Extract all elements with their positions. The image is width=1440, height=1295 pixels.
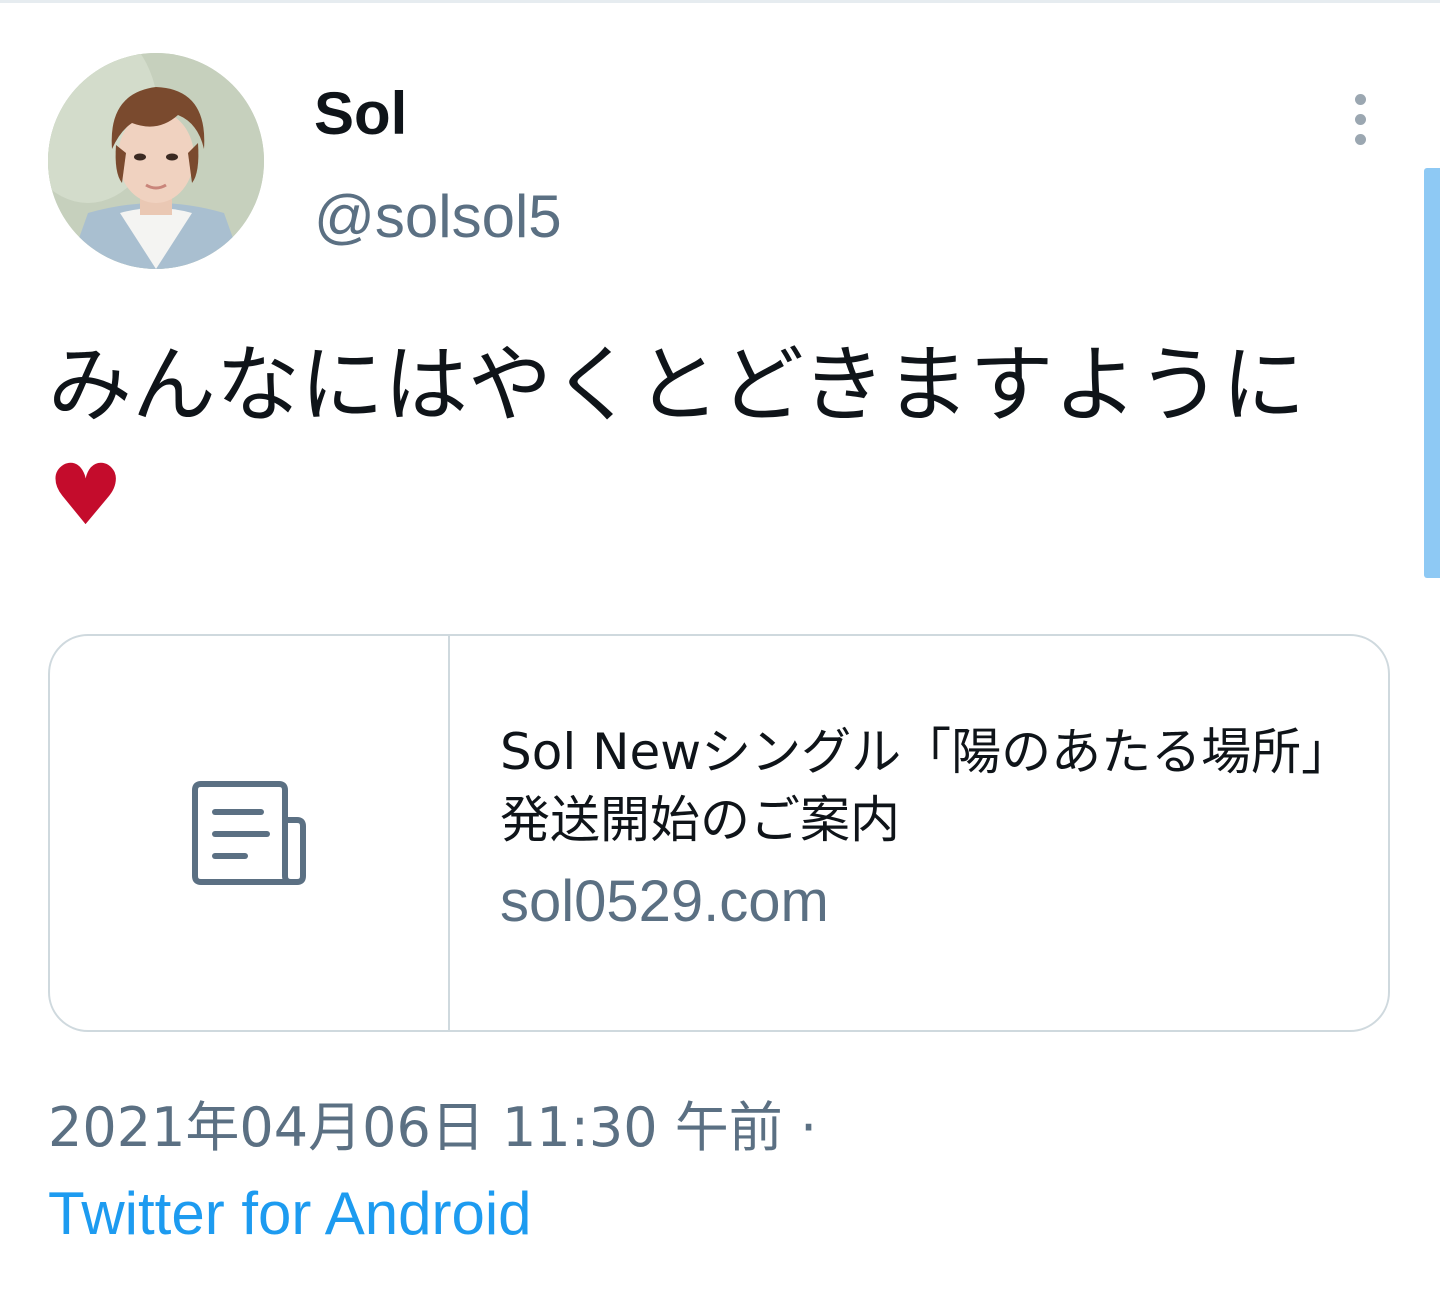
avatar[interactable] (48, 53, 264, 269)
article-icon (192, 781, 306, 885)
avatar-image (48, 53, 264, 269)
link-card-thumbnail (50, 636, 450, 1030)
top-divider (0, 0, 1440, 3)
more-vertical-icon-dot (1354, 113, 1366, 125)
tweet-timestamp[interactable]: 2021年04月06日 11:30 午前 · (48, 1092, 817, 1164)
scrollbar[interactable] (1424, 168, 1440, 578)
link-card-body: Sol Newシングル「陽のあたる場所」発送開始のご案内 sol0529.com (450, 636, 1330, 1030)
tweet-text-content: みんなにはやくとどきますように (48, 336, 1306, 434)
more-vertical-icon (1354, 93, 1366, 105)
more-vertical-icon-dot (1354, 133, 1366, 145)
link-card-title: Sol Newシングル「陽のあたる場所」発送開始のご案内 (500, 723, 1327, 849)
link-preview-card[interactable]: Sol Newシングル「陽のあたる場所」発送開始のご案内 sol0529.com (48, 634, 1390, 1032)
tweet-text: みんなにはやくとどきますように ♥ (48, 330, 1378, 550)
more-options-button[interactable] (1330, 84, 1390, 154)
heart-emoji: ♥ (48, 446, 124, 544)
tweet-source-link[interactable]: Twitter for Android (48, 1178, 532, 1250)
link-card-domain: sol0529.com (500, 869, 829, 934)
display-name[interactable]: Sol (314, 78, 407, 150)
user-handle[interactable]: @solsol5 (314, 181, 562, 253)
